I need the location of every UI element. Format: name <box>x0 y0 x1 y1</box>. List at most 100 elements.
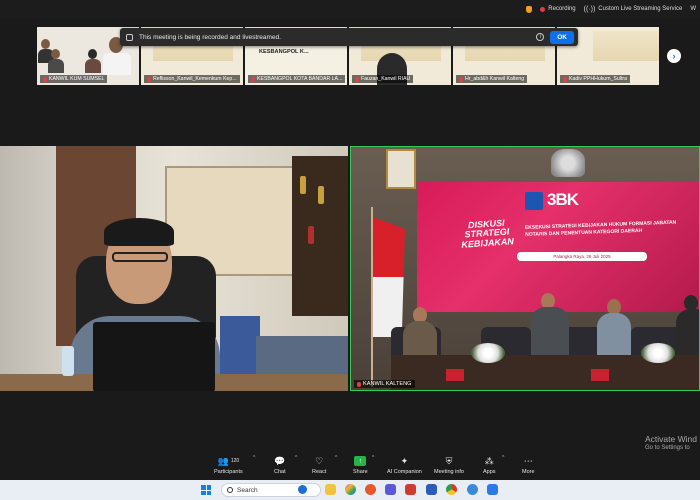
zoom-meeting-window: Recording ((·)) Custom Live Streaming Se… <box>0 0 700 500</box>
record-dot-icon <box>540 6 546 12</box>
participant-count: 120 <box>230 458 240 464</box>
recording-label: Recording <box>548 6 576 12</box>
apps-label: Apps <box>483 469 496 475</box>
share-label: Share <box>353 469 368 475</box>
meeting-info-button[interactable]: ⛨ Meeting info <box>434 455 464 476</box>
indonesian-flag <box>373 217 405 337</box>
laptop <box>93 322 215 391</box>
trophy <box>318 186 324 204</box>
recording-notice-banner: This meeting is being recorded and lives… <box>120 28 578 46</box>
react-button[interactable]: ♡ React <box>312 455 327 476</box>
apps-button[interactable]: ⁂ Apps <box>483 455 496 476</box>
main-video-right-active-speaker[interactable]: 3BK DISKUSI STRATEGI KEBIJAKAN EKSEKUSI … <box>350 146 700 391</box>
livestream-icon: ((·)) <box>583 5 596 13</box>
recording-icon <box>126 33 133 41</box>
wps-office-icon[interactable] <box>405 484 416 495</box>
view-menu-truncated[interactable]: W <box>690 6 696 12</box>
participants-button[interactable]: 👥 120 Participants <box>214 455 243 476</box>
chat-icon: 💬 <box>274 455 286 466</box>
ministry-logo-icon <box>525 192 543 210</box>
chat-button[interactable]: 💬 Chat <box>274 455 286 476</box>
participant-name-label: Kadiv PPHHukum_Sultra <box>560 75 630 83</box>
search-placeholder: Search <box>237 486 258 494</box>
screen-date-bar: Palangka Raya, 26 Juli 2025 <box>517 252 647 261</box>
info-icon[interactable]: i <box>536 33 545 41</box>
heart-icon: ♡ <box>315 455 324 466</box>
meeting-info-label: Meeting info <box>434 469 464 475</box>
screen-title: DISKUSI STRATEGI KEBIJAKAN <box>461 217 515 250</box>
recording-indicator[interactable]: Recording <box>540 6 576 12</box>
trophy <box>300 176 306 194</box>
react-caret-icon[interactable]: ^ <box>335 455 337 461</box>
ai-companion-button[interactable]: ✦ AI Companion <box>387 455 422 476</box>
teams-icon[interactable] <box>385 484 396 495</box>
participant-name-label: KESBANGPOL KOTA BANDAR LA... <box>248 75 346 83</box>
activate-windows-watermark: Activate Wind Go to Settings to <box>645 434 697 452</box>
banner-text: KESBANGPOL K... <box>259 49 309 55</box>
share-screen-icon: ↑ <box>354 456 367 466</box>
recording-notice-text: This meeting is being recorded and lives… <box>139 33 281 41</box>
windows-start-icon[interactable] <box>201 485 211 495</box>
word-icon[interactable] <box>426 484 437 495</box>
trophy <box>308 226 314 244</box>
meeting-status-bar: Recording ((·)) Custom Live Streaming Se… <box>0 0 700 18</box>
zoom-app-icon[interactable] <box>487 484 498 495</box>
chrome-icon[interactable] <box>446 484 457 495</box>
apps-caret-icon[interactable]: ^ <box>502 455 504 461</box>
firefox-icon[interactable] <box>365 484 376 495</box>
participant-name-label: Fauzan_Kanwil RIAU <box>352 75 414 83</box>
watermark-line-1: Activate Wind <box>645 434 697 444</box>
share-caret-icon[interactable]: ^ <box>372 455 374 461</box>
ok-button[interactable]: OK <box>550 30 574 44</box>
sparkle-icon: ✦ <box>400 455 409 466</box>
ai-companion-label: AI Companion <box>387 469 422 475</box>
mic-muted-icon <box>355 76 359 82</box>
weather-widget-icon[interactable] <box>298 485 307 494</box>
mic-muted-icon <box>43 76 47 82</box>
participant-name-label: Reflisson_Kanwil_Kemenkum Kep... <box>144 75 240 83</box>
mic-muted-icon <box>459 76 463 82</box>
mic-muted-icon <box>563 76 567 82</box>
participant-name-label: KANWIL KALTENG <box>354 380 415 388</box>
shield-icon <box>526 5 533 13</box>
red-box <box>591 369 609 381</box>
react-label: React <box>312 469 327 475</box>
security-indicator[interactable] <box>526 5 533 13</box>
participant-name-label: KANWIL KUM SUMSEL <box>40 75 108 83</box>
blue-binder <box>220 316 260 376</box>
mic-muted-icon <box>147 76 151 82</box>
mic-muted-icon <box>251 76 255 82</box>
participants-caret-icon[interactable]: ^ <box>253 455 255 461</box>
view-label: W <box>690 6 696 12</box>
more-button[interactable]: ⋯ More <box>522 455 535 476</box>
event-logo: 3BK <box>525 190 645 212</box>
presentation-screen: 3BK DISKUSI STRATEGI KEBIJAKAN EKSEKUSI … <box>417 182 699 312</box>
participants-icon: 👥 <box>217 455 229 466</box>
more-icon: ⋯ <box>523 455 533 466</box>
garuda-emblem <box>551 149 585 177</box>
share-button[interactable]: ↑ Share <box>353 455 368 475</box>
flag-pole <box>371 207 373 387</box>
livestream-indicator[interactable]: ((·)) Custom Live Streaming Service <box>584 6 683 13</box>
participant-name-label: Hr_abd&h Kanwil Kalteng <box>456 75 528 83</box>
chat-caret-icon[interactable]: ^ <box>295 455 297 461</box>
flower-arrangement <box>471 343 505 363</box>
red-box <box>446 369 464 381</box>
more-label: More <box>522 469 535 475</box>
file-explorer-icon[interactable] <box>325 484 336 495</box>
screen-subtitle: EKSEKUSI STRATEGI KEBIJAKAN HUKUM FORMAS… <box>524 219 677 238</box>
water-bottle <box>62 346 74 376</box>
copilot-icon[interactable] <box>345 484 356 495</box>
mic-muted-icon <box>357 381 361 387</box>
portrait-frame <box>386 149 416 189</box>
livestream-label: Custom Live Streaming Service <box>598 6 683 12</box>
next-page-button[interactable]: › <box>667 49 681 63</box>
settings-gear-icon[interactable] <box>467 484 478 495</box>
glasses <box>112 252 168 262</box>
main-video-left[interactable] <box>0 146 348 391</box>
apps-icon: ⁂ <box>484 455 494 466</box>
chevron-right-icon: › <box>672 51 676 61</box>
shield-check-icon: ⛨ <box>445 455 453 466</box>
search-icon <box>227 487 233 493</box>
participant-hair <box>104 218 174 246</box>
